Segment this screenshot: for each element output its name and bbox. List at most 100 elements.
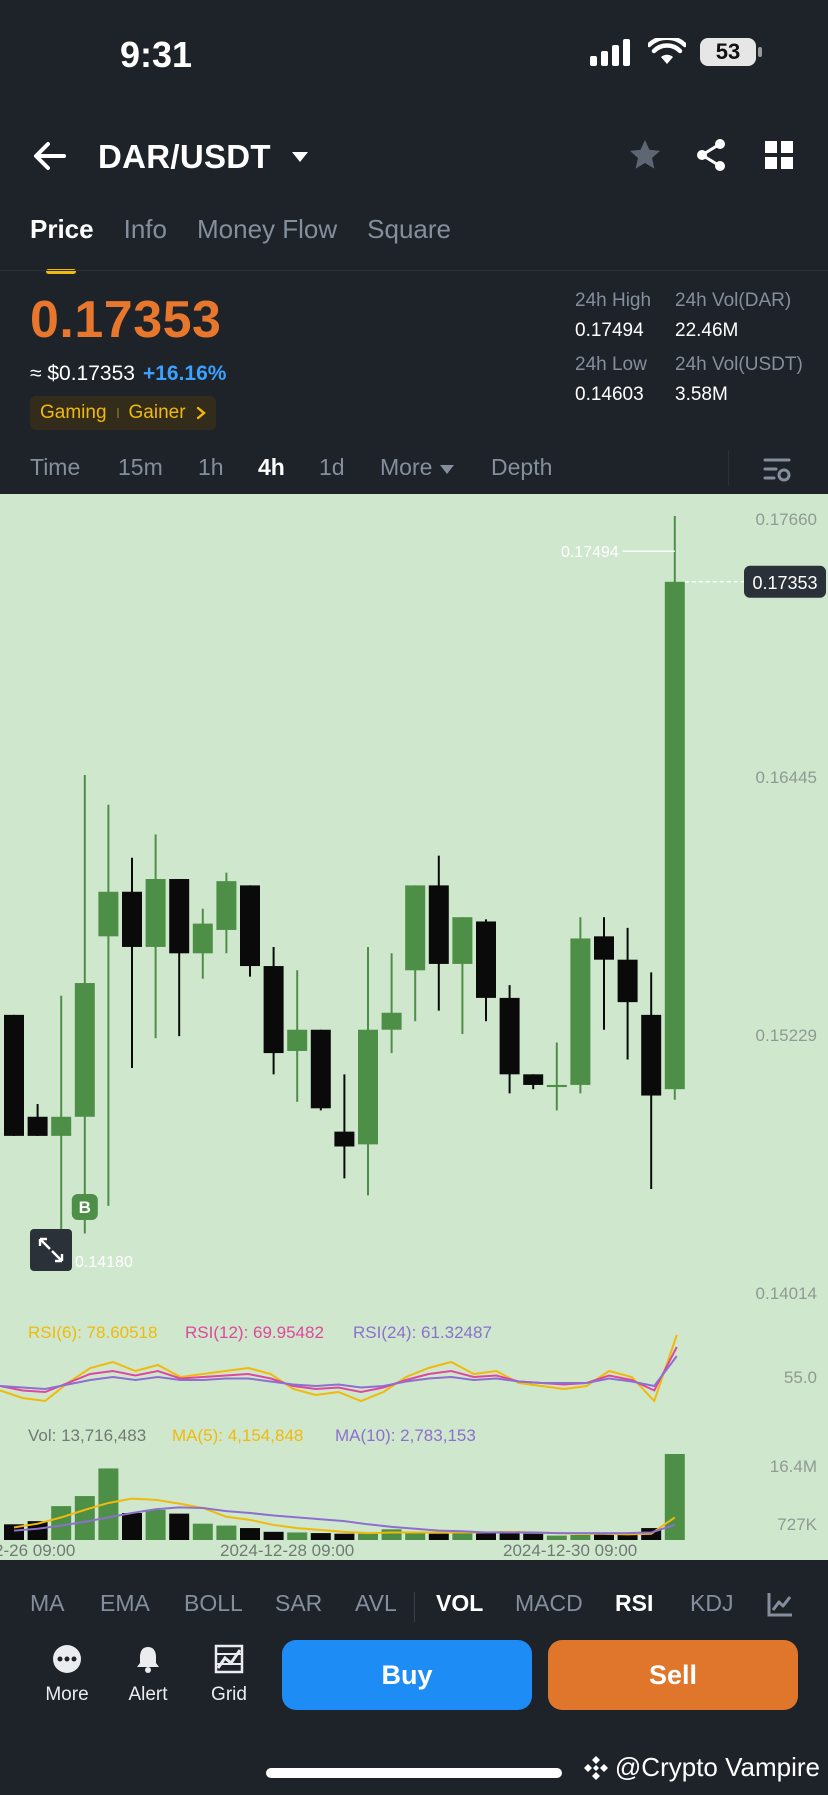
- volume-bar: [546, 1535, 567, 1540]
- tab-price[interactable]: Price: [30, 214, 94, 274]
- main-tabs: Price Info Money Flow Square: [30, 214, 451, 274]
- candle-body: [428, 885, 449, 964]
- pair-title[interactable]: DAR/USDT: [98, 138, 271, 176]
- indicator-ma[interactable]: MA: [30, 1590, 65, 1617]
- candle-body: [27, 1116, 48, 1136]
- interval-time[interactable]: Time: [30, 454, 80, 481]
- candle-body: [4, 1014, 24, 1136]
- interval-15m[interactable]: 15m: [118, 454, 163, 481]
- candle-body: [216, 881, 237, 930]
- candle-body: [263, 966, 284, 1054]
- candle-body: [169, 879, 190, 954]
- vol-axis-top: 16.4M: [770, 1457, 817, 1476]
- interval-more[interactable]: More: [380, 454, 455, 481]
- price-axis-label: 0.16445: [756, 768, 817, 787]
- volume-bar: [74, 1496, 95, 1540]
- battery-icon: 53: [700, 38, 762, 66]
- stat-low: 24h Low 0.14603: [575, 354, 675, 406]
- indicator-boll[interactable]: BOLL: [184, 1590, 243, 1617]
- volume-bar: [122, 1513, 142, 1540]
- indicator-macd[interactable]: MACD: [515, 1590, 583, 1617]
- indicator-kdj[interactable]: KDJ: [690, 1590, 733, 1617]
- price-axis-label: 0.14014: [756, 1284, 817, 1303]
- stat-label: 24h High: [575, 290, 652, 311]
- tag-separator: [116, 408, 119, 418]
- indicator-rsi[interactable]: RSI: [615, 1590, 653, 1617]
- share-icon[interactable]: [694, 138, 728, 172]
- buy-button[interactable]: Buy: [282, 1640, 532, 1710]
- interval-4h[interactable]: 4h: [258, 454, 285, 481]
- tab-info[interactable]: Info: [124, 214, 167, 274]
- tag-row[interactable]: Gaming Gainer: [30, 396, 216, 430]
- interval-1d[interactable]: 1d: [319, 454, 345, 481]
- signal-icon: [590, 39, 630, 66]
- stat-high: 24h High 0.17494: [575, 290, 675, 342]
- indicator-tabs: MA EMA BOLL SAR AVL VOL MACD RSI KDJ: [0, 1578, 828, 1634]
- stat-label: 24h Vol(DAR): [675, 290, 792, 311]
- status-time: 9:31: [120, 34, 193, 75]
- more-button[interactable]: More: [32, 1644, 102, 1706]
- rsi24-label: RSI(24): 61.32487: [353, 1323, 492, 1342]
- chevron-down-icon[interactable]: [290, 147, 310, 167]
- volume-bar: [240, 1528, 260, 1540]
- alert-button[interactable]: Alert: [113, 1644, 183, 1706]
- grid-menu-icon[interactable]: [764, 140, 794, 170]
- wifi-icon: [648, 38, 686, 64]
- volume-bar: [287, 1532, 308, 1540]
- indicator-ema[interactable]: EMA: [100, 1590, 150, 1617]
- stat-value: 0.14603: [575, 384, 644, 405]
- volume-bar: [334, 1533, 355, 1540]
- volume-bar: [263, 1531, 284, 1540]
- volume-bar: [476, 1532, 496, 1540]
- fullscreen-button: [30, 1229, 72, 1271]
- candle-body: [594, 936, 614, 960]
- status-icons: 53: [590, 38, 762, 66]
- tab-square[interactable]: Square: [367, 214, 451, 274]
- back-arrow-icon[interactable]: [30, 136, 70, 176]
- kline-chart-svg[interactable]: 0.17660 0.16445 0.15229 0.14014 0.17494 0.173…: [0, 494, 828, 1560]
- candle-body: [499, 997, 520, 1075]
- stat-value: 3.58M: [675, 384, 728, 405]
- candle-body: [240, 885, 260, 967]
- candle-body: [570, 938, 591, 1085]
- grid-button[interactable]: Grid: [194, 1644, 264, 1706]
- volume-bar: [51, 1506, 72, 1540]
- candle-body: [145, 879, 166, 947]
- volume-bar: [405, 1532, 426, 1540]
- volume-bar: [570, 1534, 591, 1540]
- nav-bar: DAR/USDT: [0, 120, 828, 194]
- candle-body: [523, 1074, 544, 1085]
- interval-more-label: More: [380, 454, 433, 480]
- buy-marker-label: B: [79, 1198, 91, 1217]
- tag-gainer[interactable]: Gainer: [129, 402, 186, 424]
- indicator-sar[interactable]: SAR: [275, 1590, 322, 1617]
- tag-gaming[interactable]: Gaming: [40, 402, 107, 424]
- candle-body: [51, 1116, 72, 1136]
- home-indicator: [266, 1768, 562, 1778]
- interval-1h[interactable]: 1h: [198, 454, 224, 481]
- alert-label: Alert: [128, 1684, 168, 1705]
- x-axis-label: 2-26 09:00: [0, 1541, 75, 1560]
- vol-axis-bottom: 727K: [777, 1515, 817, 1534]
- tab-money-flow[interactable]: Money Flow: [197, 214, 337, 274]
- kline-chart[interactable]: 0.17660 0.16445 0.15229 0.14014 0.17494 0.173…: [0, 494, 828, 1560]
- indicator-avl[interactable]: AVL: [355, 1590, 397, 1617]
- x-axis-label: 2024-12-30 09:00: [503, 1541, 637, 1560]
- volume-bar: [169, 1513, 190, 1540]
- candle-body: [641, 1014, 662, 1096]
- indicator-vol[interactable]: VOL: [436, 1590, 483, 1617]
- usd-price: ≈ $0.17353: [30, 362, 135, 385]
- grid-label: Grid: [211, 1684, 247, 1705]
- sell-button[interactable]: Sell: [548, 1640, 798, 1710]
- chart-type-icon[interactable]: [766, 1590, 794, 1618]
- favorite-star-icon[interactable]: [628, 138, 662, 172]
- bottom-action-bar: More Alert Grid Buy Sell: [0, 1640, 828, 1730]
- watermark-text: @Crypto Vampire: [614, 1752, 820, 1782]
- rsi-series-line: [0, 1334, 678, 1403]
- interval-depth[interactable]: Depth: [491, 454, 552, 481]
- watermark: @Crypto Vampire: [583, 1752, 820, 1783]
- current-price-label: 0.17353: [752, 573, 817, 593]
- rsi12-label: RSI(12): 69.95482: [185, 1323, 324, 1342]
- chart-settings-icon[interactable]: [762, 454, 792, 484]
- status-bar: 9:31 53: [0, 0, 828, 110]
